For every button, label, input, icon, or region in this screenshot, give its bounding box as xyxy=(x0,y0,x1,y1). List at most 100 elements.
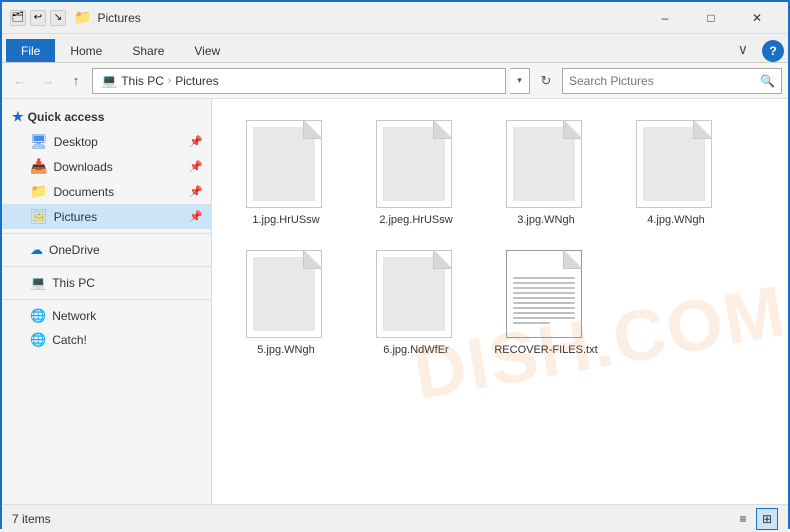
file-item-0[interactable]: 1.jpg.HrUSsw xyxy=(226,113,346,233)
file-fold-6 xyxy=(563,251,581,269)
forward-button[interactable]: → xyxy=(36,69,60,93)
downloads-pin-icon: 📌 xyxy=(189,160,203,173)
search-icon[interactable]: 🔍 xyxy=(760,74,775,88)
file-label-1: 2.jpeg.HrUSsw xyxy=(379,214,452,226)
file-thumbnail-0 xyxy=(246,120,326,210)
file-fold-0 xyxy=(303,121,321,139)
minimize-button[interactable]: – xyxy=(642,2,688,34)
maximize-button[interactable]: □ xyxy=(688,2,734,34)
path-separator-1: › xyxy=(168,75,171,86)
sidebar-item-thispc[interactable]: 💻 This PC xyxy=(2,271,211,295)
file-thumbnail-2 xyxy=(506,120,586,210)
sidebar-item-documents[interactable]: 📁 Documents 📌 xyxy=(2,179,211,204)
file-fold-5 xyxy=(433,251,451,269)
sidebar-pictures-label: Pictures xyxy=(54,210,97,224)
address-bar: ← → ↑ 💻 This PC › Pictures ▾ ↻ 🔍 xyxy=(2,63,788,99)
address-dropdown-button[interactable]: ▾ xyxy=(510,68,530,94)
grid-view-button[interactable]: ⊞ xyxy=(756,508,778,530)
file-page-0 xyxy=(246,120,322,208)
title-icon-2[interactable]: ↩ xyxy=(30,10,46,26)
documents-pin-icon: 📌 xyxy=(189,185,203,198)
pictures-folder-icon: 🖼 xyxy=(30,208,48,225)
quick-access-header[interactable]: ★ Quick access xyxy=(2,105,211,129)
list-view-button[interactable]: ≡ xyxy=(732,508,754,530)
pictures-pin-icon: 📌 xyxy=(189,210,203,223)
sidebar-item-desktop[interactable]: 🖥 Desktop 📌 xyxy=(2,129,211,154)
address-path[interactable]: 💻 This PC › Pictures xyxy=(92,68,506,94)
sidebar-divider-3 xyxy=(2,299,211,300)
sidebar-documents-label: Documents xyxy=(53,185,114,199)
file-area: 1.jpg.HrUSsw 2.jpeg.HrUSsw xyxy=(212,99,788,377)
ribbon-collapse-chevron[interactable]: ∨ xyxy=(728,37,758,62)
main-layout: ★ Quick access 🖥 Desktop 📌 📥 Downloads 📌… xyxy=(2,99,788,504)
file-label-4: 5.jpg.WNgh xyxy=(257,344,314,356)
file-fold-2 xyxy=(563,121,581,139)
search-input[interactable] xyxy=(569,74,756,88)
file-thumbnail-5 xyxy=(376,250,456,340)
refresh-button[interactable]: ↻ xyxy=(534,69,558,93)
catch-icon: 🌐 xyxy=(30,332,46,348)
ribbon: File Home Share View ∨ ? xyxy=(2,34,788,63)
file-item-5[interactable]: 6.jpg.NdWfEr xyxy=(356,243,476,363)
file-item-4[interactable]: 5.jpg.WNgh xyxy=(226,243,346,363)
sidebar-item-network[interactable]: 🌐 Network xyxy=(2,304,211,328)
file-label-5: 6.jpg.NdWfEr xyxy=(383,344,448,356)
file-thumbnail-4 xyxy=(246,250,326,340)
up-button[interactable]: ↑ xyxy=(64,69,88,93)
file-item-1[interactable]: 2.jpeg.HrUSsw xyxy=(356,113,476,233)
help-button[interactable]: ? xyxy=(762,40,784,62)
network-icon: 🌐 xyxy=(30,308,46,324)
sidebar: ★ Quick access 🖥 Desktop 📌 📥 Downloads 📌… xyxy=(2,99,212,504)
file-thumbnail-1 xyxy=(376,120,456,210)
file-fold-4 xyxy=(303,251,321,269)
sidebar-item-pictures[interactable]: 🖼 Pictures 📌 xyxy=(2,204,211,229)
file-lines-6 xyxy=(507,273,581,328)
close-button[interactable]: ✕ xyxy=(734,2,780,34)
tab-view[interactable]: View xyxy=(179,39,235,62)
tab-share[interactable]: Share xyxy=(117,39,179,62)
sidebar-item-downloads[interactable]: 📥 Downloads 📌 xyxy=(2,154,211,179)
tab-home[interactable]: Home xyxy=(55,39,117,62)
sidebar-item-catch[interactable]: 🌐 Catch! xyxy=(2,328,211,352)
file-thumbnail-3 xyxy=(636,120,716,210)
file-label-0: 1.jpg.HrUSsw xyxy=(252,214,319,226)
star-icon: ★ xyxy=(12,109,24,125)
window-title: 📁 Pictures xyxy=(74,9,642,26)
back-button[interactable]: ← xyxy=(8,69,32,93)
file-page-4 xyxy=(246,250,322,338)
sidebar-item-onedrive[interactable]: ☁ OneDrive xyxy=(2,238,211,262)
file-page-5 xyxy=(376,250,452,338)
sidebar-thispc-label: This PC xyxy=(52,276,95,290)
downloads-folder-icon: 📥 xyxy=(30,158,47,175)
ribbon-tabs: File Home Share View ∨ ? xyxy=(2,34,788,62)
file-thumbnail-6 xyxy=(506,250,586,340)
view-toggle-buttons: ≡ ⊞ xyxy=(732,508,778,530)
file-item-2[interactable]: 3.jpg.WNgh xyxy=(486,113,606,233)
file-fold-3 xyxy=(693,121,711,139)
title-icon-1[interactable]: 🗂 xyxy=(10,10,26,26)
sidebar-onedrive-label: OneDrive xyxy=(49,243,100,257)
path-segment-pictures[interactable]: Pictures xyxy=(175,74,218,88)
tab-file[interactable]: File xyxy=(6,39,55,62)
file-grid: 1.jpg.HrUSsw 2.jpeg.HrUSsw xyxy=(222,109,778,367)
quick-access-section: ★ Quick access 🖥 Desktop 📌 📥 Downloads 📌… xyxy=(2,105,211,229)
path-segment-thispc[interactable]: This PC xyxy=(121,74,164,88)
desktop-pin-icon: 📌 xyxy=(189,135,203,148)
file-page-6 xyxy=(506,250,582,338)
file-page-3 xyxy=(636,120,712,208)
file-area-container: DISH.COM 1.jpg.HrUSsw xyxy=(212,99,788,504)
file-item-3[interactable]: 4.jpg.WNgh xyxy=(616,113,736,233)
sidebar-catch-label: Catch! xyxy=(52,333,87,347)
sidebar-downloads-label: Downloads xyxy=(53,160,112,174)
documents-folder-icon: 📁 xyxy=(30,183,47,200)
title-folder-icon: 📁 xyxy=(74,9,91,26)
status-bar: 7 items ≡ ⊞ xyxy=(2,504,788,532)
this-pc-icon: 💻 xyxy=(101,73,117,89)
sidebar-network-label: Network xyxy=(52,309,96,323)
file-item-6[interactable]: RECOVER-FILES.txt xyxy=(486,243,606,363)
desktop-folder-icon: 🖥 xyxy=(30,133,48,150)
title-bar: 🗂 ↩ ↘ 📁 Pictures – □ ✕ xyxy=(2,2,788,34)
file-label-6: RECOVER-FILES.txt xyxy=(494,344,597,356)
title-icon-3[interactable]: ↘ xyxy=(50,10,66,26)
search-box[interactable]: 🔍 xyxy=(562,68,782,94)
